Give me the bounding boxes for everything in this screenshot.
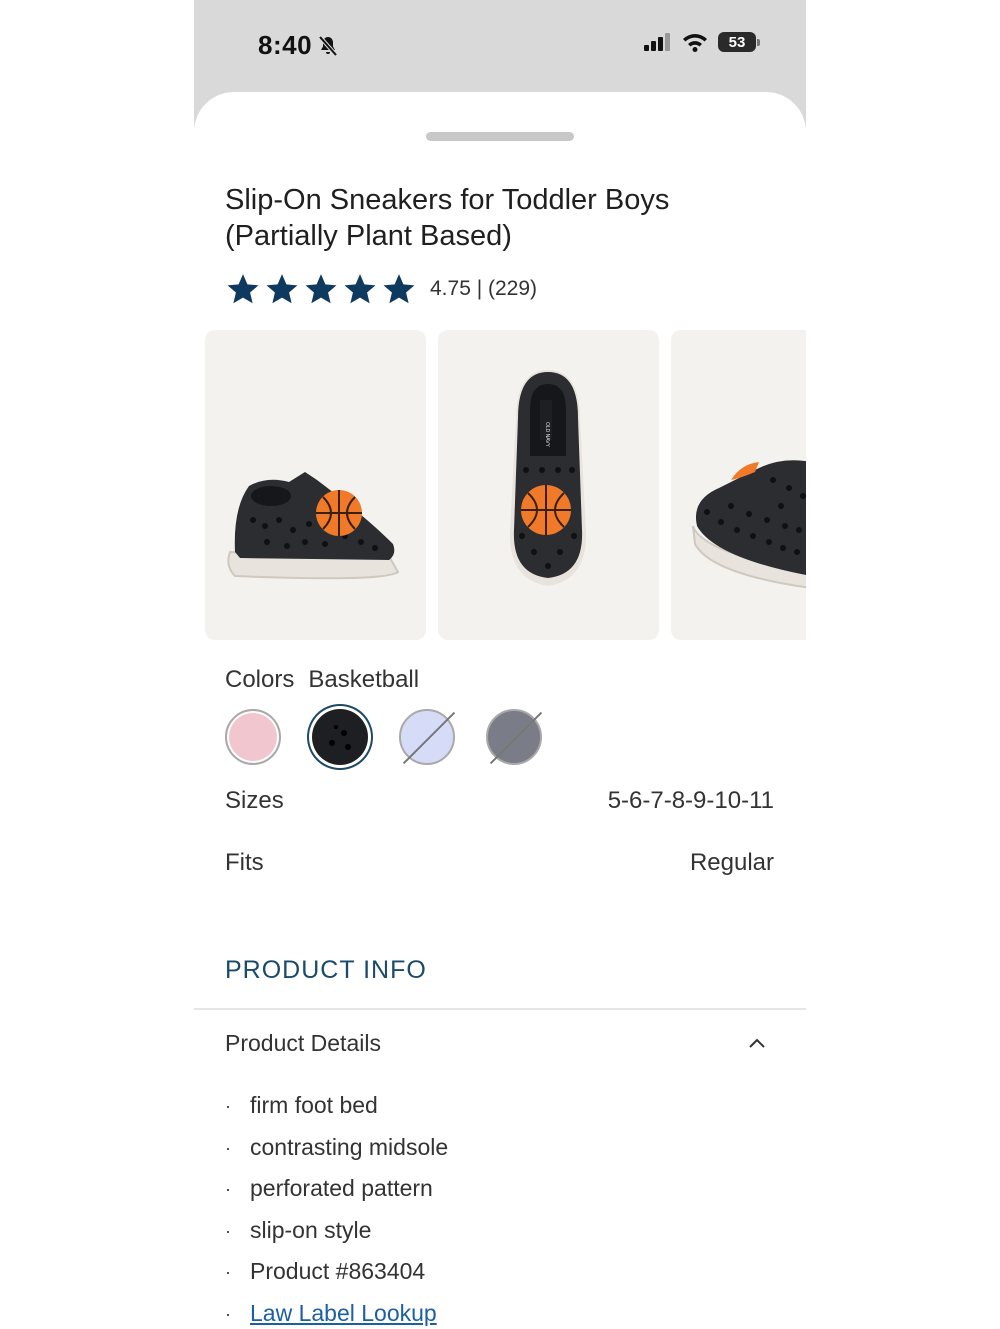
star-icon <box>266 274 298 304</box>
chevron-up-icon[interactable] <box>748 1036 766 1050</box>
swatch-gray[interactable] <box>486 709 543 765</box>
sheet-grabber[interactable] <box>426 132 574 141</box>
list-item: · perforated pattern <box>225 1175 433 1201</box>
colors-label: Colors <box>225 666 295 693</box>
star-icon <box>344 274 376 304</box>
product-sheet: Slip-On Sneakers for Toddler Boys (Parti… <box>194 92 806 1329</box>
star-icon <box>305 274 337 304</box>
selected-color-name: Basketball <box>308 666 420 693</box>
colors-row: Colors Basketball <box>225 666 419 694</box>
product-details-toggle[interactable]: Product Details <box>225 1030 381 1057</box>
rating-text: 4.75 | (229) <box>430 277 538 300</box>
shoe-top-image: OLD NAVY <box>509 370 587 586</box>
list-item: · slip-on style <box>225 1216 372 1243</box>
basketball-pattern-icon <box>329 725 351 750</box>
product-title: Slip-On Sneakers for Toddler Boys (Parti… <box>225 182 785 254</box>
phone-screen: 8:40 53 Slip-On Sneakers for Toddler Boy… <box>194 0 806 1329</box>
status-icons: 53 <box>644 32 760 52</box>
color-swatches <box>225 709 573 765</box>
star-icon <box>227 274 259 304</box>
swatch-lavender[interactable] <box>399 709 456 765</box>
star-icon <box>383 274 415 304</box>
list-item: · Law Label Lookup <box>225 1299 437 1327</box>
product-details-list: · firm foot bed · contrasting midsole · per… <box>225 1092 448 1329</box>
wifi-icon <box>683 34 707 52</box>
bell-muted-icon <box>318 35 338 56</box>
product-image-back[interactable] <box>671 330 806 640</box>
product-info-heading: PRODUCT INFO <box>225 956 427 984</box>
list-item: · firm foot bed <box>225 1092 378 1118</box>
list-item: · contrasting midsole <box>225 1133 449 1160</box>
product-image-side[interactable] <box>205 330 426 640</box>
status-bar: 8:40 53 <box>194 0 806 92</box>
law-label-lookup-link[interactable]: Law Label Lookup <box>250 1300 437 1327</box>
signal-icon <box>644 33 670 51</box>
shoe-side-image <box>227 472 400 580</box>
sizes-label: Sizes <box>225 787 284 814</box>
product-title-line2: (Partially Plant Based) <box>225 220 512 252</box>
battery-level: 53 <box>728 33 746 51</box>
status-time: 8:40 <box>258 30 338 61</box>
swatch-pink[interactable] <box>225 709 281 765</box>
fits-value[interactable]: Regular <box>690 849 774 877</box>
swatch-basketball[interactable] <box>312 709 368 765</box>
battery-icon: 53 <box>718 32 760 52</box>
fits-label: Fits <box>225 849 264 876</box>
svg-text:OLD NAVY: OLD NAVY <box>544 422 550 448</box>
shoe-back-image <box>692 460 806 589</box>
image-gallery[interactable]: OLD NAVY <box>205 330 806 640</box>
unavailable-slash <box>489 711 543 765</box>
sizes-value[interactable]: 5-6-7-8-9-10-11 <box>608 787 774 815</box>
list-item: · Product #863404 <box>225 1258 426 1284</box>
product-title-line1: Slip-On Sneakers for Toddler Boys <box>225 184 670 216</box>
section-divider <box>194 1008 806 1010</box>
rating[interactable]: 4.75 | (229) <box>225 272 537 306</box>
time-text: 8:40 <box>258 30 313 60</box>
unavailable-slash <box>402 711 456 765</box>
product-image-top[interactable]: OLD NAVY <box>438 330 659 640</box>
star-rating <box>225 272 420 306</box>
